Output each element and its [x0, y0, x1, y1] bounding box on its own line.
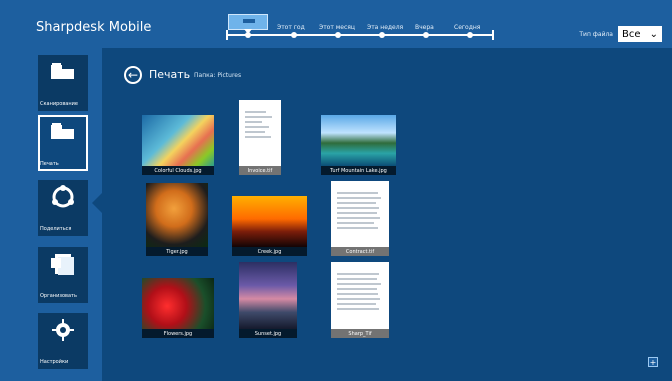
timeline-dot-0[interactable]: [245, 32, 251, 38]
file-tile-sunset[interactable]: Sunset.jpg: [239, 262, 297, 338]
file-thumbnail: [142, 115, 214, 166]
app-window: Sharpdesk Mobile Этот год Этот месяц Эта…: [0, 0, 672, 381]
printer-icon-svg: [51, 123, 74, 139]
file-thumbnail: [142, 278, 214, 329]
file-name: Invoice.tif: [239, 166, 281, 175]
file-thumbnail: [146, 183, 208, 247]
file-name: Creek.jpg: [232, 247, 307, 256]
date-timeline[interactable]: Этот год Этот месяц Эта неделя Вчера Сег…: [222, 8, 494, 42]
back-button[interactable]: ←: [124, 66, 142, 84]
file-name: Contract.tif: [331, 247, 389, 256]
sidebar-item-label: Поделиться: [40, 226, 72, 232]
files-icon-svg: [51, 254, 74, 275]
timeline-thumb[interactable]: [228, 14, 268, 30]
sidebar-item-label: Сканирование: [40, 101, 78, 107]
file-type-select[interactable]: Все ⌄: [618, 26, 662, 42]
file-name: Sunset.jpg: [239, 329, 297, 338]
chevron-down-icon: ⌄: [649, 28, 658, 40]
document-lines: [337, 189, 383, 242]
gear-icon: [38, 313, 88, 347]
folder-label: Папка: Pictures: [194, 72, 242, 79]
page-title: Печать: [149, 68, 191, 81]
file-name: Turf Mountain Lake.jpg: [321, 166, 396, 175]
file-tile-tiger[interactable]: Tiger.jpg: [146, 183, 208, 256]
file-tile-mountain-lake[interactable]: Turf Mountain Lake.jpg: [321, 115, 396, 175]
file-tile-colorful-clouds[interactable]: Colorful Clouds.jpg: [142, 115, 214, 175]
top-bar: Sharpdesk Mobile Этот год Этот месяц Эта…: [0, 0, 672, 48]
file-name: Tiger.jpg: [146, 247, 208, 256]
share-icon: [38, 180, 88, 214]
scanner-icon-svg: [51, 63, 74, 79]
file-name: Flowers.jpg: [142, 329, 214, 338]
sidebar-item-organize[interactable]: Организовать: [38, 247, 88, 303]
share-icon-svg: [52, 185, 74, 208]
sidebar-item-print[interactable]: Печать: [38, 115, 88, 171]
file-tile-creek[interactable]: Creek.jpg: [232, 196, 307, 256]
back-arrow-icon: ←: [127, 68, 139, 82]
sidebar-item-settings[interactable]: Настройки: [38, 313, 88, 369]
timeline-label-yesterday[interactable]: Вчера: [415, 24, 434, 31]
timeline-dot-2[interactable]: [335, 32, 341, 38]
file-thumbnail: [321, 115, 396, 166]
files-icon: [38, 247, 88, 281]
timeline-label-week[interactable]: Эта неделя: [367, 24, 403, 31]
file-name: Sharp_Tif: [331, 329, 389, 338]
file-type-filter: Тип файла Все ⌄: [579, 26, 662, 42]
file-tile-flowers[interactable]: Flowers.jpg: [142, 278, 214, 338]
document-lines: [245, 108, 275, 161]
file-name: Colorful Clouds.jpg: [142, 166, 214, 175]
gear-icon-svg: [52, 319, 74, 341]
content-panel: ← Печать Папка: Pictures Colorful Clouds…: [102, 48, 672, 381]
add-button[interactable]: +: [648, 357, 658, 367]
file-type-value: Все: [622, 28, 641, 40]
document-lines: [337, 270, 383, 324]
scanner-icon: [38, 55, 88, 89]
timeline-dot-4[interactable]: [423, 32, 429, 38]
timeline-tick-end: [492, 30, 494, 40]
timeline-dot-5[interactable]: [467, 32, 473, 38]
printer-icon: [38, 115, 88, 149]
app-title: Sharpdesk Mobile: [36, 20, 152, 35]
sidebar: Сканирование Печать Поделиться Организов…: [0, 48, 102, 381]
file-type-label: Тип файла: [579, 30, 613, 38]
timeline-thumb-inner: [243, 19, 255, 23]
timeline-label-today[interactable]: Сегодня: [454, 24, 480, 31]
plus-icon: +: [649, 357, 657, 367]
sidebar-item-share[interactable]: Поделиться: [38, 180, 88, 236]
selected-item-caret: [92, 193, 102, 213]
file-tile-invoice[interactable]: Invoice.tif: [239, 100, 281, 175]
sidebar-item-scan[interactable]: Сканирование: [38, 55, 88, 111]
file-tile-sharp[interactable]: Sharp_Tif: [331, 262, 389, 338]
sidebar-item-label: Организовать: [40, 293, 77, 299]
timeline-tick-start: [226, 30, 228, 40]
timeline-dot-3[interactable]: [379, 32, 385, 38]
timeline-label-month[interactable]: Этот месяц: [319, 24, 355, 31]
file-thumbnail: [239, 262, 297, 329]
timeline-label-year[interactable]: Этот год: [277, 24, 305, 31]
file-thumbnail: [232, 196, 307, 247]
timeline-line: [228, 34, 492, 36]
timeline-dot-1[interactable]: [291, 32, 297, 38]
sidebar-item-label: Печать: [40, 161, 59, 167]
sidebar-item-label: Настройки: [40, 359, 69, 365]
file-tile-contract[interactable]: Contract.tif: [331, 181, 389, 256]
